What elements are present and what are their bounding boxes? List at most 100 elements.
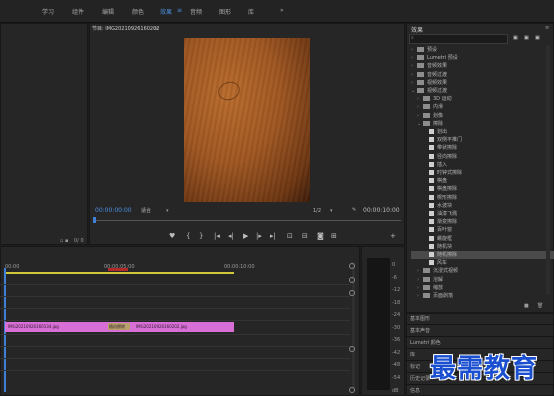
effects-tree-item[interactable]: › 预设 [411,46,437,54]
32bit-effects-icon[interactable]: ▣ [524,35,529,41]
effects-tree-item[interactable]: 带状擦除 [411,144,457,152]
add-marker-button[interactable]: ♥ [169,232,175,240]
effects-tree-item[interactable]: 随机擦除 [411,251,554,259]
workspace-menu-icon[interactable]: ≡ [177,7,182,14]
effects-tree-item[interactable]: › 页面剥落 [411,292,453,300]
scroll-handle[interactable] [349,387,355,393]
effects-tree-item[interactable]: › 缩放 [411,284,443,292]
effects-tree-item[interactable]: 风车 [411,259,447,267]
left-panel-icons[interactable]: ▫ ▪ [60,238,68,244]
fit-chevron-icon[interactable]: ▾ [166,208,169,214]
effects-tree-label: 水波块 [437,202,453,209]
monitor-playhead[interactable] [93,217,96,223]
effects-panel-title[interactable]: 效果 [411,25,423,34]
play-button[interactable]: ▶ [243,232,248,240]
effects-tree-item[interactable]: 水波块 [411,202,452,210]
workspace-tab-editing[interactable]: 编辑 [102,7,114,16]
info-panel[interactable]: 信息 [410,387,420,394]
effects-tree-item[interactable]: › 音频过渡 [411,71,447,79]
effects-tree-item[interactable]: › 音频效果 [411,62,447,70]
work-area-bar[interactable] [5,272,234,274]
go-to-out-button[interactable]: ▸| [270,232,276,240]
libraries-panel[interactable]: 库 [410,351,415,358]
delete-icon[interactable]: 🗑 [537,303,543,309]
export-frame-button[interactable]: ◙ [317,232,324,240]
workspace-tab-effects[interactable]: 效果 [160,7,172,16]
effects-tree-item[interactable]: 棋盘擦除 [411,185,457,193]
effects-tree-item[interactable]: 渐变擦除 [411,218,457,226]
track-divider [0,308,350,309]
effects-tree-item[interactable]: 划出 [411,128,447,136]
meter-tick-label: -18 [392,299,401,306]
effects-scrollbar[interactable] [546,45,550,295]
effects-search-input[interactable] [409,34,508,44]
fit-dropdown[interactable]: 适合 [141,208,151,214]
mark-in-button[interactable]: { [186,232,190,240]
step-back-button[interactable]: ◂| [228,232,234,240]
quality-dropdown[interactable]: 1/2 [313,208,321,214]
scroll-handle[interactable] [349,346,355,352]
markers-panel[interactable]: 标记 [410,363,420,370]
scroll-handle[interactable] [349,290,355,296]
meter-bars [367,258,390,390]
wrench-icon[interactable]: ✎ [352,207,356,213]
effects-tree-item[interactable]: › 沉浸式视频 [411,267,458,275]
effects-menu-icon[interactable]: ≡ [545,25,549,31]
new-bin-icon[interactable]: ■ [524,303,529,309]
scroll-handle[interactable] [349,263,355,269]
program-menu-icon[interactable]: ≡ [154,26,158,32]
meter-tick-label: -36 [392,337,401,343]
video-clip-track[interactable]: IMG20210926160134.jpg 随机擦除 IMG2021092616… [5,322,234,332]
playhead-timecode[interactable]: 00:00:00:00 [95,207,132,214]
effects-tree-item[interactable]: › 3D 运动 [411,95,452,103]
quality-chevron-icon[interactable]: ▾ [330,208,333,214]
effects-tree-item[interactable]: ⌄ 擦除 [411,120,443,128]
step-forward-button[interactable]: |▸ [256,232,262,240]
effects-tree-item[interactable]: 螺旋框 [411,235,452,243]
lift-button[interactable]: ⊡ [287,232,293,240]
button-editor-button[interactable]: + [390,232,396,240]
workspace-tab-audio[interactable]: 音频 [190,7,202,16]
workspace-tab-color[interactable]: 颜色 [132,7,144,16]
effects-tree-item[interactable]: › 溶解 [411,276,443,284]
effects-tree-item[interactable]: 百叶窗 [411,226,452,234]
meter-tick-label: -30 [392,324,401,331]
essential-graphics-panel[interactable]: 基本图形 [410,315,430,322]
accelerated-effects-icon[interactable]: ▣ [513,35,518,41]
comparison-view-button[interactable]: ⊞ [331,232,337,240]
workspace-tab-graphics[interactable]: 图形 [219,7,231,16]
effects-tree-item[interactable]: 径向擦除 [411,153,457,161]
effects-tree-item[interactable]: 楔形擦除 [411,194,457,202]
transition-icon [429,260,434,266]
transition-icon [429,145,434,151]
effects-tree-item[interactable]: 时钟式擦除 [411,169,462,177]
go-to-in-button[interactable]: |◂ [214,232,220,240]
effects-tree-item[interactable]: 插入 [411,161,447,169]
more-workspaces-icon[interactable]: » [280,7,284,14]
workspace-tab-assembly[interactable]: 组件 [72,7,84,16]
effects-tree-item[interactable]: › Lumetri 预设 [411,54,458,62]
monitor-scrub-bar[interactable] [93,220,401,221]
effects-tree-item[interactable]: › 内滑 [411,103,443,111]
extract-button[interactable]: ⊟ [302,232,308,240]
effects-tree-item[interactable]: 随机块 [411,243,452,251]
effects-tree-item[interactable]: ⌄ 视频过渡 [411,87,447,95]
workspace-tab-libraries[interactable]: 库 [248,7,254,16]
mark-out-button[interactable]: } [199,232,203,240]
effects-tree-item[interactable]: › 划像 [411,112,443,120]
effects-tree-label: Lumetri 预设 [427,55,458,62]
history-panel[interactable]: 历史记录 [410,375,430,382]
scroll-handle[interactable] [349,277,355,283]
effects-tree-item[interactable]: › 视频效果 [411,79,447,87]
transition-icon [429,161,434,167]
workspace-tab-learn[interactable]: 学习 [42,7,54,16]
effects-tree-label: 3D 运动 [433,96,452,103]
effects-tree-item[interactable]: 油漆飞溅 [411,210,457,218]
lumetri-color-panel[interactable]: Lumetri 颜色 [410,339,441,346]
transition-icon [429,137,434,143]
essential-sound-panel[interactable]: 基本声音 [410,327,430,334]
yuv-effects-icon[interactable]: ▣ [535,35,540,41]
effects-tree-item[interactable]: 棋盘 [411,177,447,185]
effects-tree-item[interactable]: 双侧平推门 [411,136,462,144]
program-title[interactable]: 节目: IMG20210926160202 [92,26,159,32]
